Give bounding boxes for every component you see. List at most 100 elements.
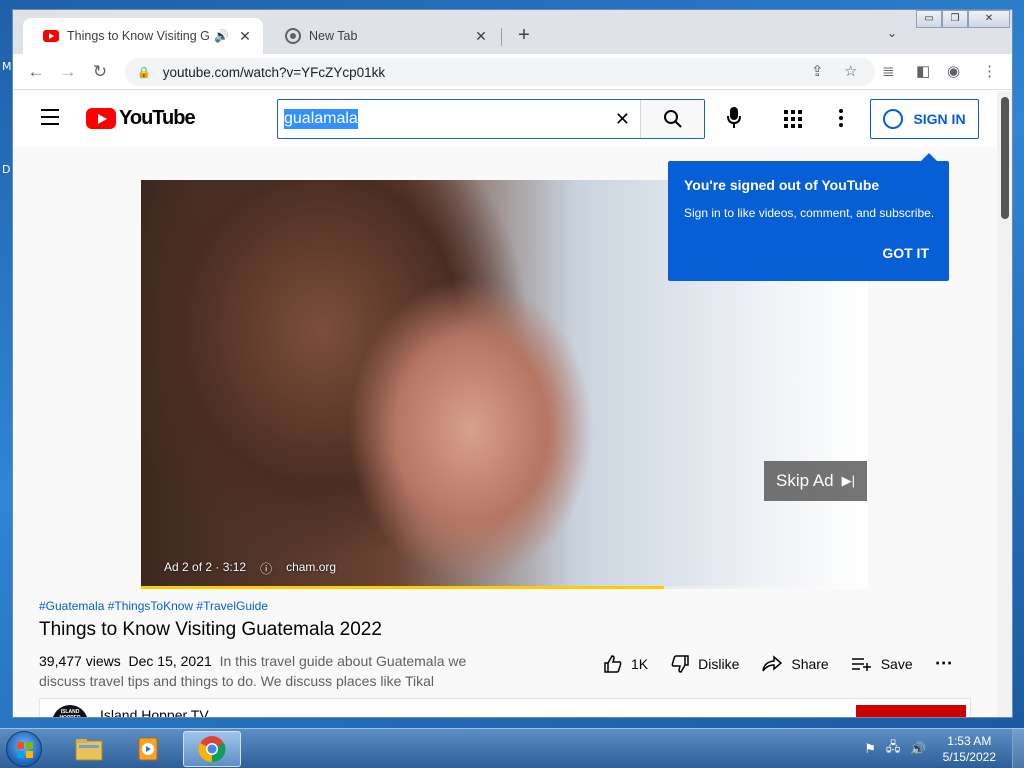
volume-icon[interactable]: 🔊 xyxy=(910,741,926,757)
view-count: 39,477 views xyxy=(39,653,121,669)
minimize-button[interactable]: ▭ xyxy=(916,10,942,28)
search-icon xyxy=(663,110,682,128)
ad-domain-link[interactable]: cham.org xyxy=(286,560,336,577)
youtube-header: YouTube gualamala ✕ SIGN IN xyxy=(13,91,997,147)
taskbar-chrome[interactable] xyxy=(183,731,241,767)
youtube-page: YouTube gualamala ✕ SIGN IN Skip Ad ▶| A… xyxy=(13,91,997,717)
search-input[interactable]: gualamala ✕ xyxy=(278,100,640,138)
like-count: 1K xyxy=(631,655,649,672)
dislike-label: Dislike xyxy=(698,655,740,672)
side-panel-icon[interactable]: ◧ xyxy=(916,62,930,80)
browser-toolbar: ← → ↻ 🔒 youtube.com/watch?v=YFcZYcp01kk … xyxy=(13,54,1012,90)
desktop-icon-label[interactable]: D xyxy=(2,163,10,176)
channel-name[interactable]: Island Hopper TV xyxy=(100,707,209,717)
ad-info: Ad 2 of 2 · 3:12 ⓘ cham.org xyxy=(164,560,336,577)
lock-icon[interactable]: 🔒 xyxy=(137,66,151,79)
channel-row: ISLAND HOPPER Island Hopper TV SUBSCRIBE xyxy=(39,698,971,717)
sign-in-button[interactable]: SIGN IN xyxy=(870,99,979,139)
tab-youtube[interactable]: Things to Know Visiting Guatemala 2022 -… xyxy=(23,18,263,54)
media-control-icon[interactable]: ≣ xyxy=(882,62,895,80)
desktop-icon-label[interactable]: M xyxy=(2,60,12,73)
chrome-menu-icon[interactable]: ⋮ xyxy=(982,62,997,80)
video-title: Things to Know Visiting Guatemala 2022 xyxy=(39,619,382,640)
signed-out-popup: You're signed out of YouTube Sign in to … xyxy=(668,153,949,281)
action-center-flag-icon[interactable]: ⚑ xyxy=(864,741,876,757)
search-box: gualamala ✕ xyxy=(277,99,705,139)
browser-window: Things to Know Visiting Guatemala 2022 -… xyxy=(12,9,1013,718)
like-button[interactable]: 1K xyxy=(603,654,648,674)
ad-counter: Ad 2 of 2 · 3:12 xyxy=(164,560,247,574)
microphone-icon xyxy=(727,107,741,128)
video-hashtags[interactable]: #Guatemala #ThingsToKnow #TravelGuide xyxy=(39,599,268,613)
window-controls: ▭ ❐ ✕ xyxy=(916,10,1010,28)
got-it-button[interactable]: GOT IT xyxy=(882,245,929,261)
back-button[interactable]: ← xyxy=(24,60,48,84)
skip-ad-label: Skip Ad xyxy=(775,471,834,490)
youtube-logo-text: YouTube xyxy=(119,107,196,129)
tab-close-icon[interactable]: ✕ xyxy=(237,28,253,45)
scrollbar-thumb[interactable] xyxy=(1001,97,1009,219)
skip-ad-button[interactable]: Skip Ad ▶| xyxy=(764,461,867,501)
popup-body: Sign in to like videos, comment, and sub… xyxy=(684,206,935,220)
menu-hamburger-icon[interactable] xyxy=(41,109,59,130)
page-scrollbar[interactable] xyxy=(997,91,1012,717)
tab-search-chevron-icon[interactable]: ⌄ xyxy=(887,26,897,40)
address-bar[interactable]: 🔒 youtube.com/watch?v=YFcZYcp01kk xyxy=(125,58,875,86)
sign-in-label: SIGN IN xyxy=(913,111,966,127)
tab-title: Things to Know Visiting Guatemala 2022 -… xyxy=(67,29,210,43)
ad-progress-bar[interactable] xyxy=(141,586,868,589)
channel-avatar[interactable]: ISLAND HOPPER xyxy=(52,705,88,717)
share-icon[interactable]: ⇪ xyxy=(811,62,824,80)
share-arrow-icon xyxy=(762,654,783,671)
bookmark-star-icon[interactable]: ☆ xyxy=(844,62,857,80)
reload-button[interactable]: ↻ xyxy=(88,60,112,84)
settings-more-icon[interactable] xyxy=(839,109,843,130)
new-tab-button[interactable]: + xyxy=(514,24,534,46)
upload-date: Dec 15, 2021 xyxy=(128,653,212,669)
folder-icon xyxy=(75,739,103,761)
network-icon[interactable]: 🖧 xyxy=(886,738,901,760)
skip-next-icon: ▶| xyxy=(841,473,856,488)
forward-button[interactable]: → xyxy=(56,60,80,84)
clock[interactable]: 1:53 AM 5/15/2022 xyxy=(943,733,996,765)
dislike-button[interactable]: Dislike xyxy=(670,654,739,674)
subscribe-button[interactable]: SUBSCRIBE xyxy=(856,705,966,717)
url-text: youtube.com/watch?v=YFcZYcp01kk xyxy=(162,64,386,80)
voice-search-button[interactable] xyxy=(723,107,745,131)
taskbar-media-player[interactable] xyxy=(120,731,178,767)
clock-date: 5/15/2022 xyxy=(942,750,996,764)
tab-strip: Things to Know Visiting Guatemala 2022 -… xyxy=(13,10,1012,54)
close-window-button[interactable]: ✕ xyxy=(968,10,1010,28)
tab-separator xyxy=(501,28,502,46)
tab-new-tab[interactable]: New Tab ✕ xyxy=(265,18,499,54)
tab-close-icon[interactable]: ✕ xyxy=(473,28,489,45)
search-input-value: gualamala xyxy=(284,109,358,129)
youtube-play-icon xyxy=(86,108,116,129)
taskbar: ⚑ 🖧 🔊 1:53 AM 5/15/2022 xyxy=(0,728,1024,768)
thumbs-up-icon xyxy=(604,654,622,673)
clock-time: 1:53 AM xyxy=(947,734,992,748)
search-button[interactable] xyxy=(640,100,704,138)
clear-search-icon[interactable]: ✕ xyxy=(615,109,630,130)
account-icon xyxy=(883,109,904,129)
speaker-icon[interactable]: 🔊 xyxy=(214,29,229,43)
taskbar-explorer[interactable] xyxy=(60,731,118,767)
start-button[interactable] xyxy=(6,731,42,767)
share-button[interactable]: Share xyxy=(761,654,829,673)
profile-icon[interactable]: ◉ xyxy=(947,62,960,80)
save-button[interactable]: Save xyxy=(851,656,913,672)
popup-heading: You're signed out of YouTube xyxy=(684,177,880,193)
tab-title: New Tab xyxy=(309,29,358,43)
more-actions-icon[interactable]: ⋯ xyxy=(935,653,953,674)
share-label: Share xyxy=(791,655,829,672)
media-player-icon xyxy=(138,737,158,761)
windows-logo-icon xyxy=(17,742,33,758)
youtube-logo[interactable]: YouTube xyxy=(86,107,196,130)
show-desktop-button[interactable] xyxy=(1012,729,1024,768)
video-actions: 1K Dislike Share Save ⋯ xyxy=(603,653,975,674)
thumbs-down-icon xyxy=(671,654,689,673)
ad-progress-fill xyxy=(141,586,665,589)
restore-button[interactable]: ❐ xyxy=(942,10,968,28)
info-icon[interactable]: ⓘ xyxy=(260,560,272,577)
apps-grid-icon[interactable] xyxy=(784,110,802,128)
